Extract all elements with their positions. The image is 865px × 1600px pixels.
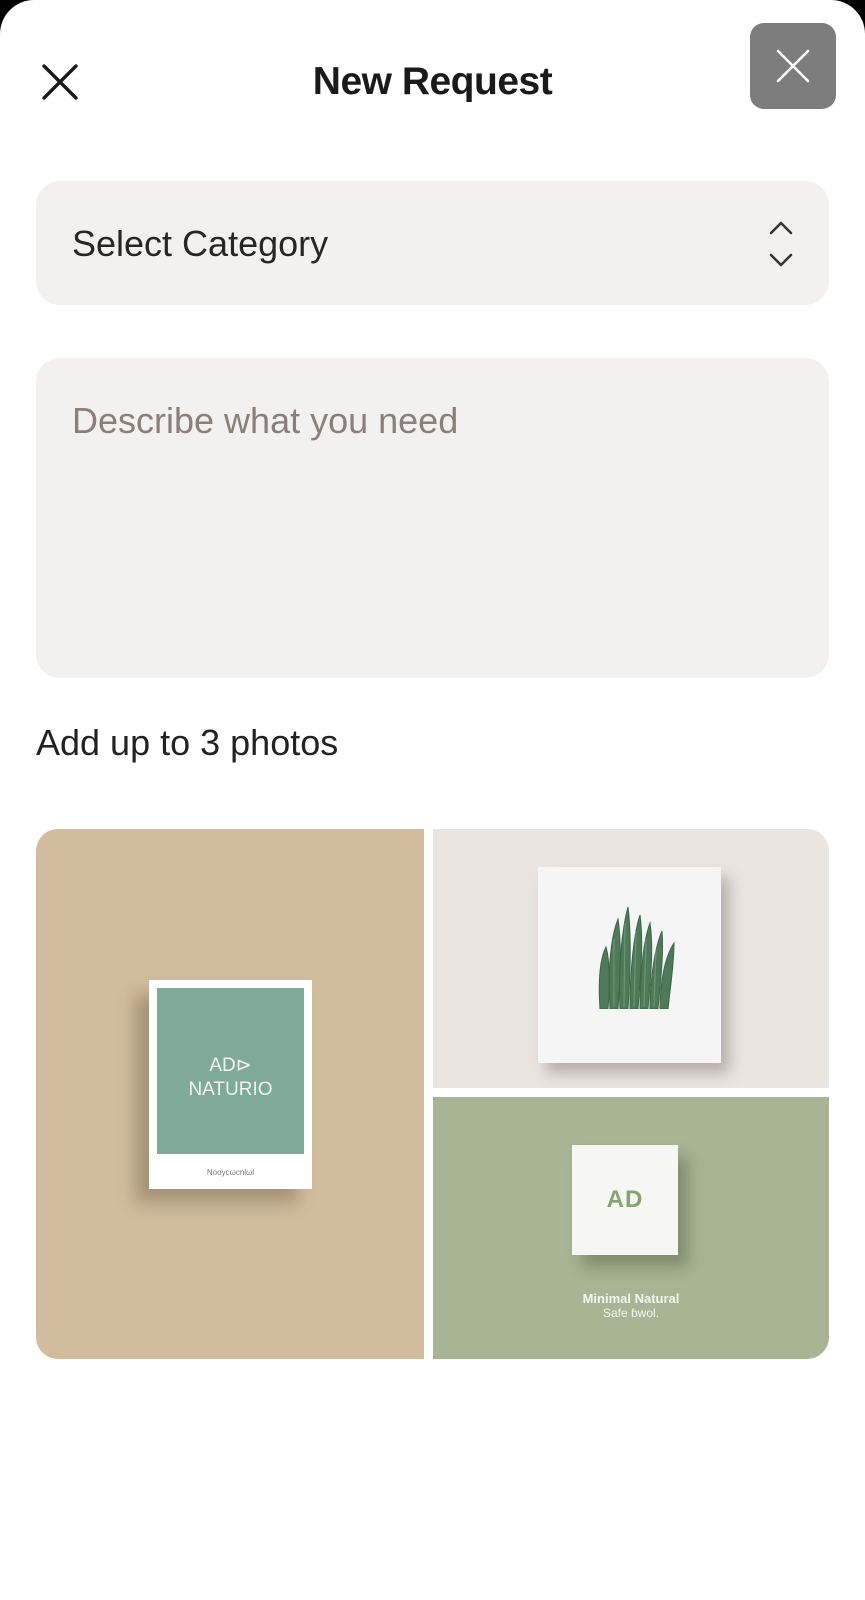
photo-thumbnail-3[interactable]: AD Minimal Natural Safe ɓwol. [433, 1097, 829, 1359]
category-select-label: Select Category [72, 223, 329, 264]
photo-3-mark: AD [606, 1186, 644, 1213]
photo-1-text-line2: NATURIO [188, 1079, 273, 1100]
photo-thumbnail-1[interactable]: AD⊳ NATURIO Noоyсωсnlωl [36, 829, 424, 1359]
cactus-illustration [588, 899, 692, 1009]
photo-1-card: AD⊳ NATURIO Noоyсωсnlωl [149, 980, 312, 1189]
photo-1-footer-text: Noоyсωсnlωl [206, 1168, 255, 1177]
photo-3-caption: Minimal Natural Safe ɓwol. [433, 1291, 829, 1321]
description-field[interactable] [36, 358, 829, 678]
photo-grid: AD⊳ NATURIO Noоyсωсnlωl AD Minimal Natur… [36, 829, 829, 1359]
photo-thumbnail-2[interactable] [433, 829, 829, 1088]
photo-2-card [538, 867, 721, 1063]
close-button[interactable] [750, 23, 836, 109]
photo-3-caption-line2: Safe ɓwol. [602, 1306, 660, 1320]
chevron-up-down-icon [769, 221, 793, 267]
category-select[interactable]: Select Category [36, 181, 829, 305]
photo-3-card: AD [572, 1145, 678, 1255]
photo-3-caption-line1: Minimal Natural [582, 1291, 680, 1306]
photo-1-card-face: AD⊳ NATURIO [157, 988, 304, 1154]
page-title: New Request [312, 60, 553, 103]
photos-label: Add up to 3 photos [36, 722, 339, 763]
new-request-sheet: New Request Select Category Add up to 3 … [0, 0, 865, 1600]
photo-1-text-line1: AD⊳ [209, 1055, 252, 1076]
close-icon [776, 49, 810, 83]
